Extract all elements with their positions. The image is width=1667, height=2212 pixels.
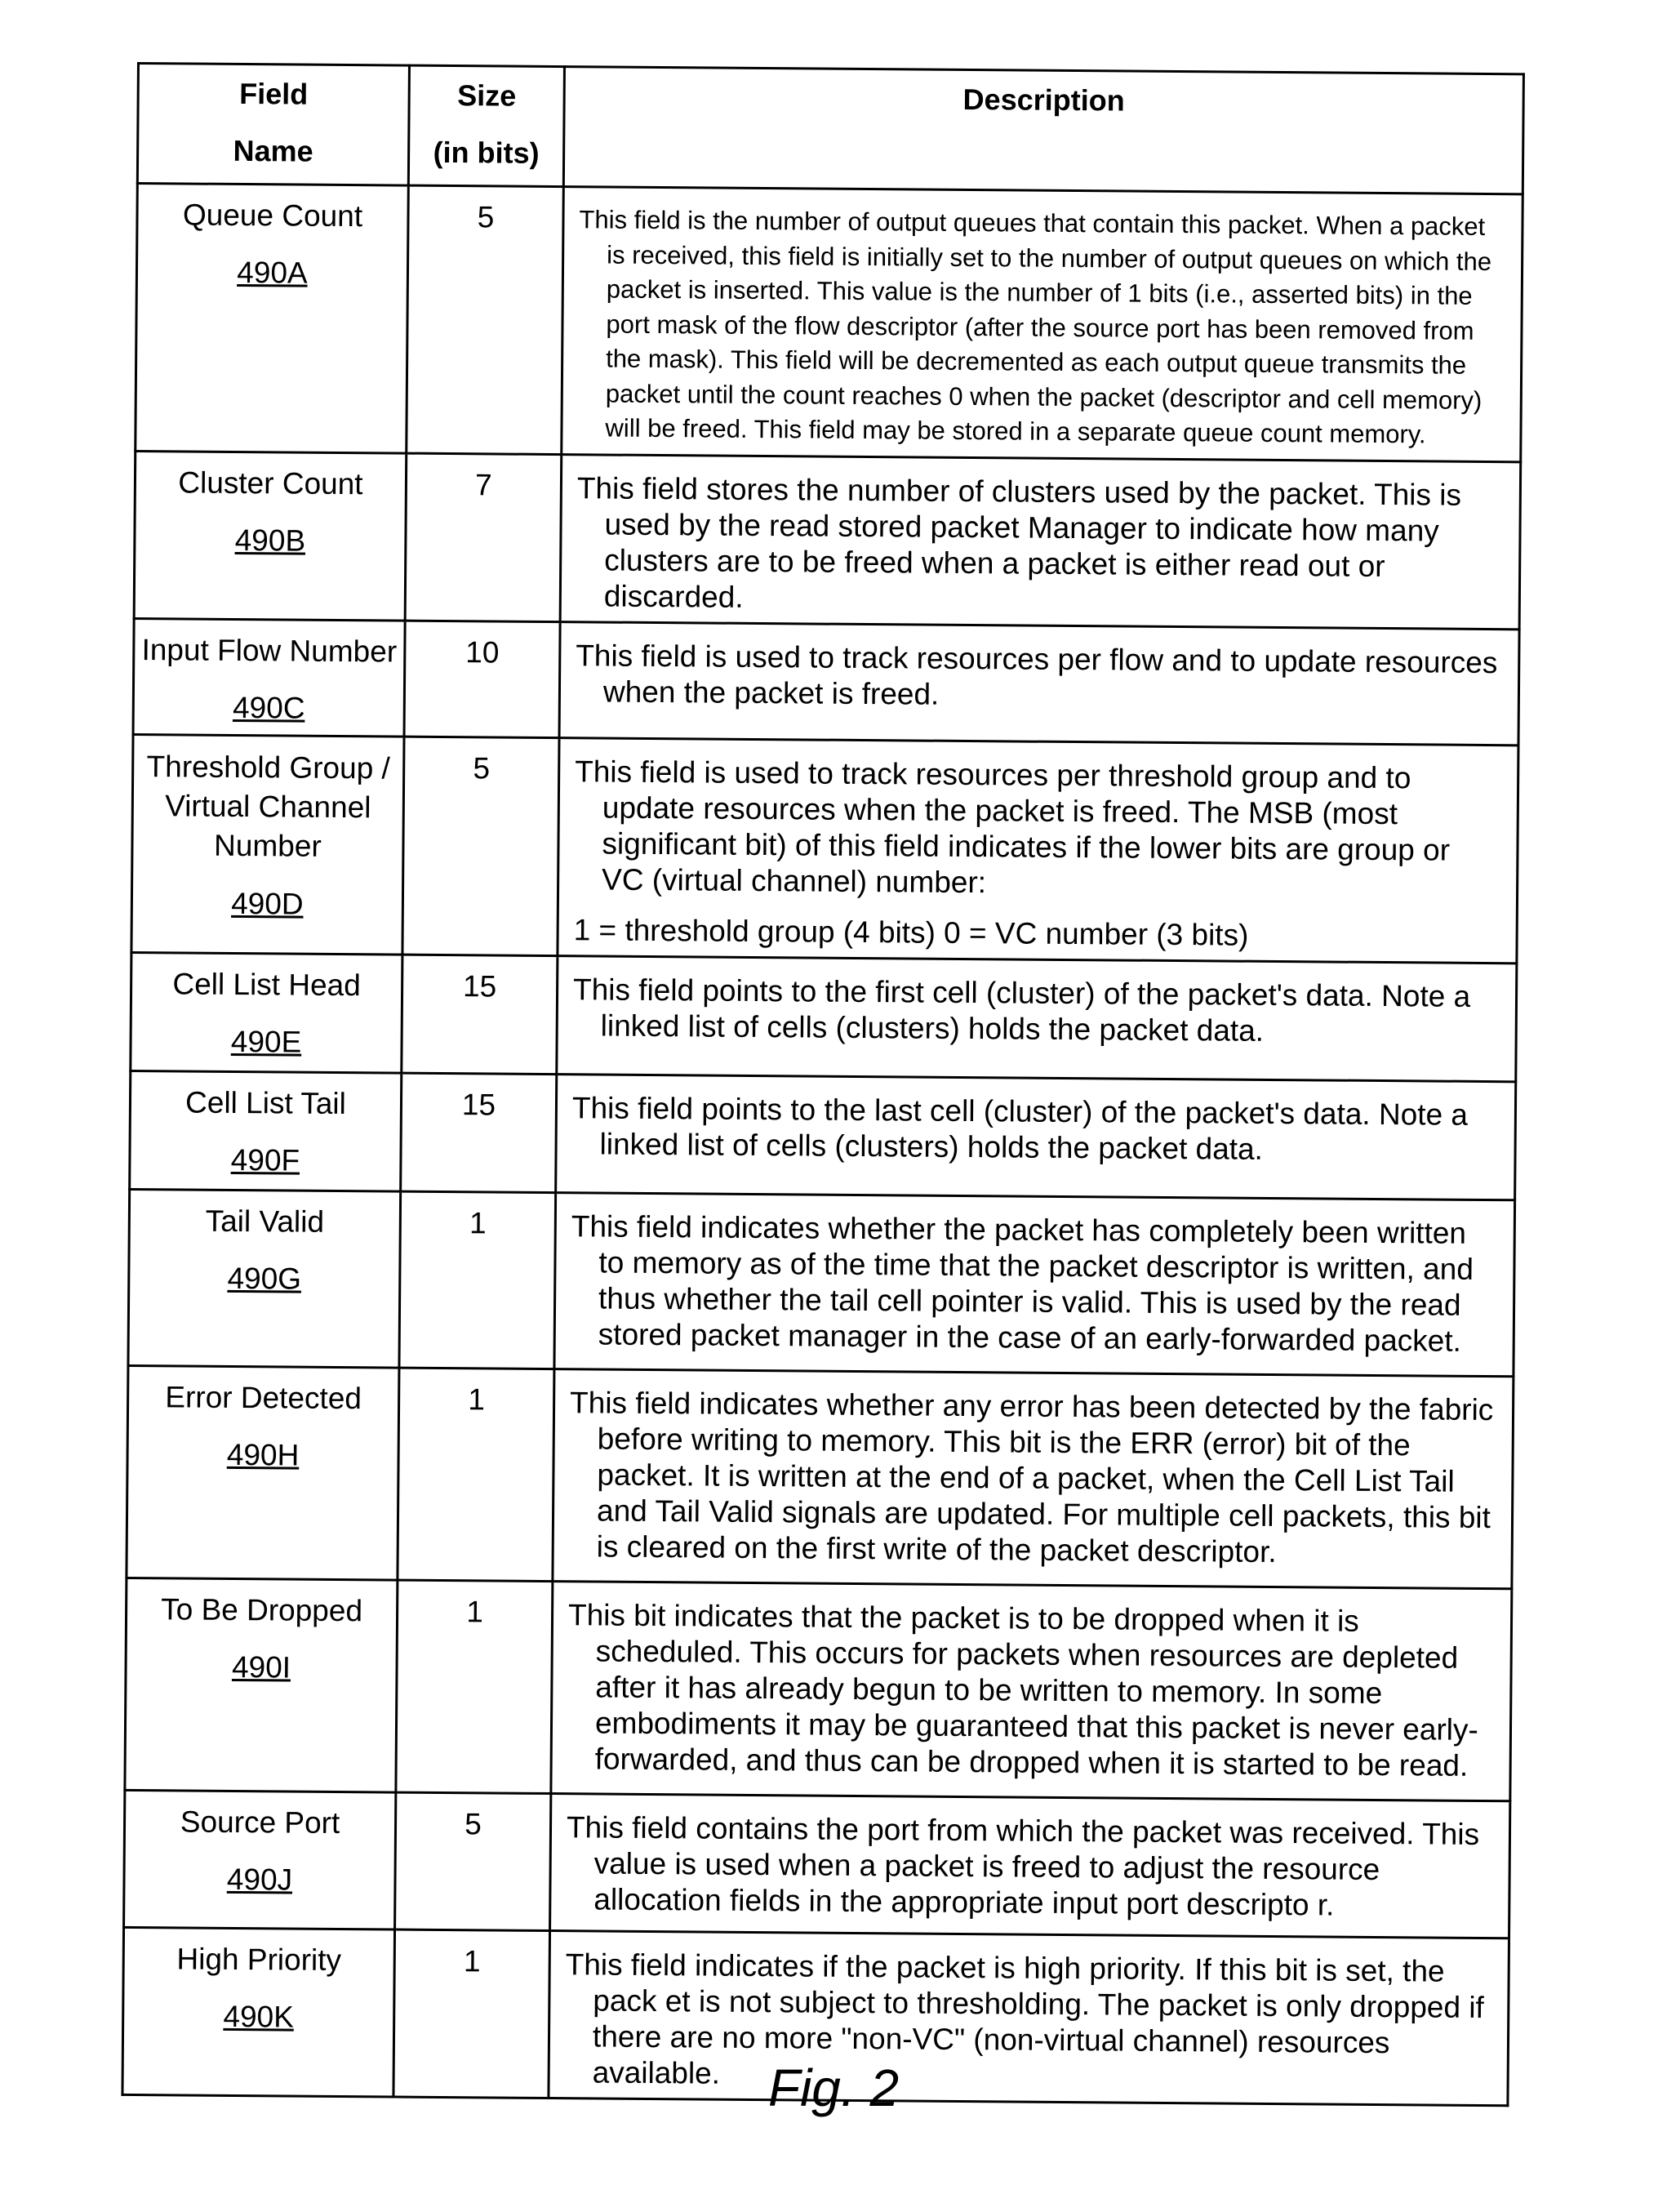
- table-row: Cluster Count 490B 7 This field stores t…: [134, 451, 1521, 630]
- field-name: To Be Dropped: [161, 1592, 363, 1628]
- field-size: 1: [398, 1191, 556, 1369]
- field-description-cell: This field stores the number of clusters…: [560, 454, 1521, 630]
- field-size: 10: [404, 621, 561, 738]
- header-field-line1: Field: [239, 76, 309, 111]
- field-description-cell: This field is used to track resources pe…: [559, 621, 1520, 745]
- field-reference-number: 490J: [226, 1862, 293, 1897]
- table-row: Input Flow Number 490C 10 This field is …: [133, 618, 1520, 745]
- field-name-cell: Cell List Tail 490F: [129, 1070, 402, 1192]
- field-reference-number: 490A: [237, 255, 308, 290]
- field-size: 5: [406, 185, 564, 455]
- figure-caption: Fig. 2: [767, 2058, 900, 2117]
- field-size: 7: [405, 453, 562, 622]
- field-reference-number: 490C: [232, 690, 305, 725]
- field-name-cell: To Be Dropped 490I: [124, 1578, 398, 1793]
- field-description-cell: This bit indicates that the packet is to…: [550, 1581, 1512, 1801]
- field-description: This bit indicates that the packet is to…: [567, 1598, 1478, 1783]
- field-description: This field points to the first cell (clu…: [572, 972, 1471, 1048]
- field-name: Cluster Count: [178, 465, 363, 501]
- header-size-line2: (in bits): [433, 135, 540, 170]
- field-name-cell: Input Flow Number 490C: [133, 618, 406, 737]
- header-row: Field Name Size (in bits) Description: [137, 63, 1524, 194]
- field-name-cell: Queue Count 490A: [135, 183, 409, 454]
- header-size-line1: Size: [457, 78, 517, 113]
- field-description-extra: 1 = threshold group (4 bits) 0 = VC numb…: [573, 913, 1249, 952]
- field-reference-number: 490G: [227, 1261, 302, 1296]
- field-description-cell: This field is the number of output queue…: [561, 186, 1523, 462]
- field-name-cell: Error Detected 490H: [126, 1365, 399, 1581]
- field-name-cell: Source Port 490J: [123, 1790, 396, 1930]
- field-description: This field is the number of output queue…: [579, 205, 1492, 449]
- field-name: Cell List Tail: [184, 1085, 347, 1121]
- field-reference-number: 490I: [231, 1649, 291, 1685]
- field-description-cell: This field indicates whether the packet …: [553, 1192, 1515, 1377]
- field-name: Threshold Group / Virtual Channel Number: [146, 750, 390, 863]
- table-row: Cell List Tail 490F 15 This field points…: [129, 1070, 1516, 1200]
- field-name-cell: Cell List Head 490E: [130, 952, 402, 1074]
- field-name: Tail Valid: [205, 1204, 325, 1239]
- field-size: 1: [395, 1580, 553, 1794]
- field-reference-number: 490B: [234, 523, 306, 558]
- field-description: This field points to the last cell (clus…: [571, 1091, 1469, 1166]
- field-size: 5: [402, 737, 560, 956]
- field-reference-number: 490E: [230, 1024, 302, 1059]
- header-field-line2: Name: [233, 133, 313, 168]
- field-size: 15: [401, 955, 558, 1075]
- field-description-cell: This field indicates whether any error h…: [552, 1369, 1514, 1589]
- field-description-cell: This field points to the first cell (clu…: [556, 955, 1517, 1082]
- field-name: Input Flow Number: [141, 633, 398, 669]
- field-name: Cell List Head: [172, 967, 361, 1003]
- field-name-cell: Tail Valid 490G: [127, 1189, 401, 1369]
- table-row: Error Detected 490H 1 This field indicat…: [126, 1365, 1514, 1589]
- field-description-cell: This field is used to track resources pe…: [557, 737, 1518, 964]
- field-name-cell: Cluster Count 490B: [134, 451, 407, 621]
- field-reference-number: 490D: [231, 886, 304, 921]
- field-reference-number: 490H: [226, 1437, 300, 1472]
- field-description: This field is used to track resources pe…: [576, 639, 1498, 711]
- header-field-name: Field Name: [137, 63, 410, 186]
- field-definition-table: Field Name Size (in bits) Description Qu…: [121, 62, 1525, 2107]
- field-name: Error Detected: [165, 1380, 362, 1416]
- table-row: Tail Valid 490G 1 This field indicates w…: [127, 1189, 1515, 1377]
- field-description: This field stores the number of clusters…: [576, 471, 1462, 614]
- field-description: This field contains the port from which …: [566, 1810, 1480, 1922]
- table-row: Source Port 490J 5 This field contains t…: [123, 1790, 1510, 1938]
- field-size: 5: [394, 1792, 551, 1931]
- field-name: Source Port: [180, 1805, 340, 1840]
- field-description: This field is used to track resources pe…: [575, 754, 1451, 900]
- field-description-cell: This field points to the last cell (clus…: [555, 1074, 1516, 1200]
- field-description-cell: This field contains the port from which …: [549, 1793, 1510, 1938]
- field-reference-number: 490K: [223, 1999, 295, 2034]
- table-row: Queue Count 490A 5 This field is the num…: [135, 183, 1523, 462]
- table-row: Threshold Group / Virtual Channel Number…: [131, 734, 1518, 964]
- field-description: This field indicates whether any error h…: [569, 1386, 1494, 1569]
- table-row: To Be Dropped 490I 1 This bit indicates …: [124, 1578, 1512, 1801]
- field-name: Queue Count: [182, 198, 363, 234]
- header-size: Size (in bits): [408, 65, 565, 187]
- field-size: 1: [397, 1368, 554, 1582]
- field-description: This field indicates whether the packet …: [571, 1209, 1474, 1358]
- field-size: 15: [400, 1073, 557, 1193]
- field-reference-number: 490F: [230, 1142, 300, 1177]
- field-name: High Priority: [176, 1942, 342, 1978]
- table-row: Cell List Head 490E 15 This field points…: [130, 952, 1517, 1082]
- header-description: Description: [563, 66, 1524, 194]
- field-name-cell: Threshold Group / Virtual Channel Number…: [131, 734, 405, 955]
